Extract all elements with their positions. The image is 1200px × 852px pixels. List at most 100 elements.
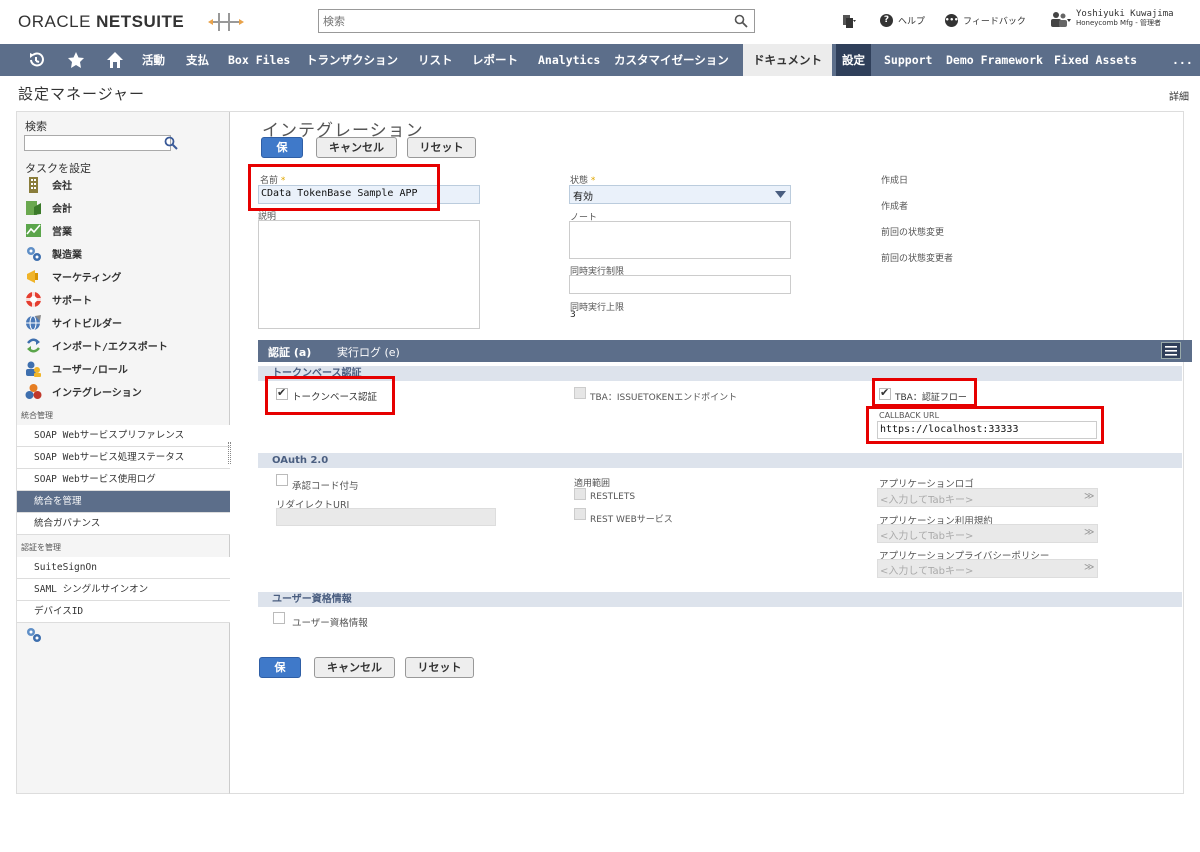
import-export-icon bbox=[27, 338, 40, 352]
nav-activities[interactable]: 活動 bbox=[142, 44, 165, 76]
description-textarea[interactable] bbox=[258, 220, 480, 329]
detail-link[interactable]: 詳細 bbox=[1169, 88, 1189, 103]
help-button[interactable]: ? ヘルプ bbox=[880, 14, 925, 27]
nav-fixed-assets[interactable]: Fixed Assets bbox=[1054, 44, 1137, 76]
sidebar-link-integration-governance[interactable]: 統合ガバナンス bbox=[17, 513, 230, 535]
token-auth-section-header: トークンベース認証 bbox=[258, 366, 1182, 381]
app-terms-placeholder: <入力してTabキー> bbox=[880, 531, 974, 542]
nav-analytics[interactable]: Analytics bbox=[538, 44, 600, 76]
search-icon[interactable] bbox=[164, 136, 178, 150]
cancel-button-top[interactable]: キャンセル bbox=[316, 137, 397, 158]
nav-transactions[interactable]: トランザクション bbox=[306, 44, 398, 76]
chevron-down-icon[interactable] bbox=[775, 191, 786, 198]
restlets-checkbox[interactable] bbox=[574, 488, 586, 500]
tba-issuetoken-checkbox[interactable] bbox=[574, 387, 586, 399]
sidebar-task-users-roles[interactable]: ユーザー/ロール bbox=[25, 358, 128, 378]
oauth-section-header: OAuth 2.0 bbox=[258, 453, 1182, 468]
reset-button-top[interactable]: リセット bbox=[407, 137, 476, 158]
tab-authentication[interactable]: 認証 (a) bbox=[268, 344, 311, 360]
user-name: Yoshiyuki Kuwajima bbox=[1076, 9, 1174, 19]
sidebar-task-manufacturing[interactable]: 製造業 bbox=[25, 243, 82, 263]
gears-icon bbox=[27, 246, 41, 261]
save-button-top[interactable]: 保存 bbox=[261, 137, 303, 173]
list-view-icon bbox=[1165, 346, 1177, 356]
sidebar-link-soap-preferences[interactable]: SOAP Webサービスプリファレンス bbox=[17, 425, 230, 447]
top-header: ORACLE NETSUITE ? ヘルプ ••• フィードバック bbox=[0, 0, 1200, 44]
note-textarea[interactable] bbox=[569, 221, 791, 259]
sidebar-link-device-id[interactable]: デバイスID bbox=[17, 601, 230, 623]
save-button-bottom[interactable]: 保存 bbox=[259, 657, 301, 693]
tab-execution-log[interactable]: 実行ログ (e) bbox=[337, 344, 400, 360]
auth-code-grant-label: 承認コード付与 bbox=[292, 481, 359, 492]
cancel-button-bottom[interactable]: キャンセル bbox=[314, 657, 395, 678]
sidebar-link-soap-status[interactable]: SOAP Webサービス処理ステータス bbox=[17, 447, 230, 469]
sidebar-task-site-builder[interactable]: サイトビルダー bbox=[25, 312, 122, 332]
sidebar-task-marketing[interactable]: マーケティング bbox=[25, 266, 121, 286]
recent-records-button[interactable] bbox=[840, 13, 856, 29]
last-status-changer-label: 前回の状態変更者 bbox=[881, 254, 954, 264]
concurrency-max-label: 同時実行上限 bbox=[570, 303, 625, 313]
concurrency-limit-input[interactable] bbox=[569, 275, 791, 294]
highlight-token-auth bbox=[265, 376, 395, 415]
ledger-icon bbox=[26, 200, 41, 215]
sidebar-task-integration[interactable]: インテグレーション bbox=[25, 381, 142, 401]
sidebar-task-accounting[interactable]: 会計 bbox=[25, 197, 72, 217]
status-value: 有効 bbox=[573, 192, 593, 203]
nav-lists[interactable]: リスト bbox=[418, 44, 453, 76]
search-icon[interactable] bbox=[734, 14, 748, 28]
lifebuoy-icon bbox=[26, 291, 41, 307]
help-icon: ? bbox=[880, 14, 893, 27]
app-privacy-placeholder: <入力してTabキー> bbox=[880, 566, 974, 577]
user-menu[interactable]: Yoshiyuki Kuwajima Honeycomb Mfg - 管理者 bbox=[1048, 9, 1174, 28]
user-credentials-checkbox[interactable] bbox=[273, 612, 285, 624]
nav-box-files[interactable]: Box Files bbox=[228, 44, 290, 76]
nav-more[interactable]: ... bbox=[1172, 44, 1193, 76]
sidebar-link-saml[interactable]: SAML シングルサインオン bbox=[17, 579, 230, 601]
reset-button-bottom[interactable]: リセット bbox=[405, 657, 474, 678]
nav-documents[interactable]: ドキュメント bbox=[743, 44, 832, 76]
nav-support[interactable]: Support bbox=[884, 44, 932, 76]
user-credentials-section-header: ユーザー資格情報 bbox=[258, 592, 1182, 607]
global-search-input[interactable] bbox=[319, 10, 719, 32]
nav-payments[interactable]: 支払 bbox=[186, 44, 209, 76]
sidebar-task-sales[interactable]: 営業 bbox=[25, 220, 72, 240]
tab-layout-toggle[interactable] bbox=[1161, 342, 1181, 359]
sidebar-link-suitesignon[interactable]: SuiteSignOn bbox=[17, 557, 230, 579]
gear-icon[interactable] bbox=[25, 626, 43, 644]
sidebar-link-manage-integrations[interactable]: 統合を管理 bbox=[17, 491, 230, 513]
megaphone-icon bbox=[27, 269, 38, 283]
chevron-double-down-icon[interactable]: ≫ bbox=[1084, 491, 1094, 502]
last-status-change-label: 前回の状態変更 bbox=[881, 228, 945, 238]
app-logo-placeholder: <入力してTabキー> bbox=[880, 495, 974, 506]
created-by-label: 作成者 bbox=[881, 202, 909, 212]
status-select[interactable] bbox=[569, 185, 791, 204]
nav-demo-framework[interactable]: Demo Framework bbox=[946, 44, 1043, 76]
redirect-uri-input[interactable] bbox=[276, 508, 496, 526]
sidebar-search-input[interactable] bbox=[24, 135, 171, 151]
rest-web-services-checkbox[interactable] bbox=[574, 508, 586, 520]
chat-bubble-icon: ••• bbox=[945, 14, 958, 27]
sidebar-search-label: 検索 bbox=[25, 120, 47, 133]
global-search[interactable] bbox=[318, 9, 755, 33]
globe-tools-icon bbox=[26, 314, 41, 330]
auth-code-grant-checkbox[interactable] bbox=[276, 474, 288, 486]
chevron-double-down-icon[interactable]: ≫ bbox=[1084, 562, 1094, 573]
sidebar-task-support[interactable]: サポート bbox=[25, 289, 92, 309]
sidebar-link-soap-usage-log[interactable]: SOAP Webサービス使用ログ bbox=[17, 469, 230, 491]
user-credentials-label: ユーザー資格情報 bbox=[292, 618, 368, 629]
sidebar-task-import-export[interactable]: インポート/エクスポート bbox=[25, 335, 168, 355]
users-icon bbox=[26, 361, 41, 377]
star-icon[interactable] bbox=[67, 51, 85, 69]
user-group-icon bbox=[1051, 11, 1071, 27]
restlets-label: RESTLETS bbox=[590, 492, 636, 502]
nav-customization[interactable]: カスタマイゼーション bbox=[614, 44, 729, 76]
home-icon[interactable] bbox=[106, 51, 124, 69]
netsuite-logo[interactable]: ORACLE NETSUITE bbox=[18, 12, 184, 32]
nav-reports[interactable]: レポート bbox=[472, 44, 518, 76]
feedback-button[interactable]: ••• フィードバック bbox=[945, 14, 1026, 27]
history-icon[interactable] bbox=[27, 51, 45, 69]
sidebar-task-company[interactable]: 会社 bbox=[25, 174, 72, 194]
chevron-double-down-icon[interactable]: ≫ bbox=[1084, 527, 1094, 538]
subtab-bar: 認証 (a) 実行ログ (e) bbox=[258, 340, 1192, 362]
nav-setup[interactable]: 設定 bbox=[836, 44, 871, 76]
